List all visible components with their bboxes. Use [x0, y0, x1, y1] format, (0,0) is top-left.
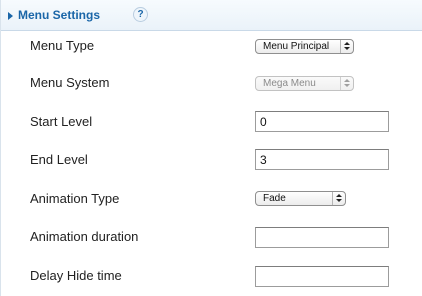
- panel-header: Menu Settings ?: [1, 0, 422, 31]
- panel-title: Menu Settings: [18, 8, 101, 22]
- delay-hide-time-label: Delay Hide time: [30, 268, 122, 283]
- animation-type-label: Animation Type: [30, 191, 120, 206]
- end-level-input[interactable]: [255, 149, 389, 170]
- start-level-input[interactable]: [255, 111, 389, 132]
- menu-system-select: Mega Menu: [255, 76, 354, 91]
- menu-type-select[interactable]: Menu Principal: [255, 39, 354, 54]
- select-arrows-icon: [340, 77, 353, 90]
- menu-type-label: Menu Type: [30, 38, 95, 53]
- animation-type-select[interactable]: Fade: [255, 191, 346, 206]
- expand-caret-icon: [8, 12, 13, 20]
- animation-duration-label: Animation duration: [30, 229, 139, 244]
- help-icon[interactable]: ?: [133, 7, 148, 22]
- menu-system-value: Mega Menu: [263, 78, 316, 89]
- menu-settings-panel: Menu Settings ? Menu Type Menu Principal…: [0, 0, 422, 296]
- end-level-label: End Level: [30, 152, 88, 167]
- delay-hide-time-input[interactable]: [255, 266, 389, 287]
- menu-system-label: Menu System: [30, 75, 110, 90]
- select-arrows-icon: [332, 192, 345, 205]
- select-arrows-icon: [340, 40, 353, 53]
- start-level-label: Start Level: [30, 114, 93, 129]
- animation-type-value: Fade: [263, 193, 286, 204]
- animation-duration-input[interactable]: [255, 227, 389, 248]
- menu-type-value: Menu Principal: [263, 41, 330, 52]
